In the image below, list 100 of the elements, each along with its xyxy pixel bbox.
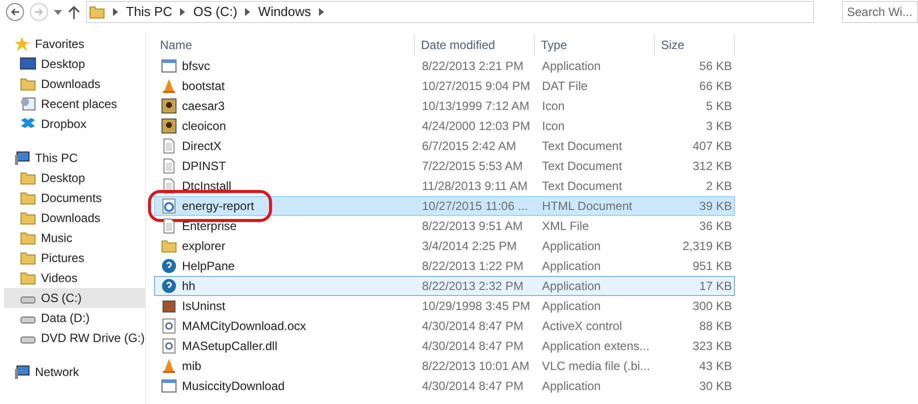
column-header[interactable]: Date modified xyxy=(415,34,535,56)
traffic-cone-icon xyxy=(161,78,177,94)
size-cell-text: 3 KB xyxy=(704,118,732,135)
file-name: explorer xyxy=(182,238,226,255)
date-cell-text: 10/29/1998 3:45 PM xyxy=(421,298,532,315)
star-icon xyxy=(14,36,30,52)
date-cell-text: 8/22/2013 9:51 AM xyxy=(421,218,524,235)
sidebar-item[interactable]: Music xyxy=(4,228,145,248)
type-cell-text: DAT File xyxy=(541,78,589,95)
size-cell-text: 39 KB xyxy=(698,198,732,215)
address-bar[interactable]: This PC OS (C:) Windows xyxy=(86,1,814,23)
file-row[interactable]: bfsvc 8/22/2013 2:21 PM Application 56 KB xyxy=(154,56,735,76)
type-cell-text: Application xyxy=(541,258,602,275)
sidebar-item[interactable]: Downloads xyxy=(4,208,145,228)
sidebar-item[interactable]: Videos xyxy=(4,268,145,288)
date-cell-text: 4/24/2000 12:03 PM xyxy=(421,118,532,135)
type-cell-text: Text Document xyxy=(541,158,624,175)
picture-icon xyxy=(161,118,177,134)
file-row[interactable]: DPINST 7/22/2015 5:53 AM Text Document 312 KB xyxy=(154,156,735,176)
date-cell-text: 10/13/1999 7:12 AM xyxy=(421,98,530,115)
sidebar-item[interactable]: Documents xyxy=(4,188,145,208)
breadcrumb-link[interactable]: OS (C:) xyxy=(193,2,238,22)
sidebar-item[interactable]: Dropbox xyxy=(4,114,145,134)
sidebar-item[interactable]: DVD RW Drive (G:) xyxy=(4,328,145,348)
folder-icon xyxy=(20,190,36,206)
date-cell-text: 7/22/2015 5:53 AM xyxy=(421,158,524,175)
sidebar-item[interactable]: Data (D:) xyxy=(4,308,145,328)
file-row[interactable]: MASetupCaller.dll 4/30/2014 8:47 PM Application extens... 323 KB xyxy=(154,336,735,356)
file-row[interactable]: DirectX 6/7/2015 2:42 AM Text Document 407 KB xyxy=(154,136,735,156)
file-row[interactable]: DtcInstall 11/28/2013 9:11 AM Text Document 2 KB xyxy=(154,176,735,196)
file-name: HelpPane xyxy=(182,258,235,275)
type-cell-text: XML File xyxy=(541,218,590,235)
computer-icon xyxy=(14,150,30,166)
size-cell-text: 17 KB xyxy=(698,278,732,295)
sidebar-item[interactable]: OS (C:) xyxy=(4,288,145,308)
file-row[interactable]: Enterprise 8/22/2013 9:51 AM XML File 36 KB xyxy=(154,216,735,236)
folder-icon xyxy=(20,76,36,92)
file-row[interactable]: cleoicon 4/24/2000 12:03 PM Icon 3 KB xyxy=(154,116,735,136)
file-name: DPINST xyxy=(182,158,226,175)
file-row[interactable]: HelpPane 8/22/2013 1:22 PM Application 951 KB xyxy=(154,256,735,276)
breadcrumb-link[interactable]: Windows xyxy=(258,2,312,22)
sidebar-item[interactable]: Desktop xyxy=(4,54,145,74)
file-row[interactable]: bootstat 10/27/2015 9:04 PM DAT File 66 KB xyxy=(154,76,735,96)
file-row[interactable]: IsUninst 10/29/1998 3:45 PM Application 300 KB xyxy=(154,296,735,316)
type-cell-text: Application xyxy=(541,278,602,295)
file-row[interactable]: mib 8/22/2013 10:01 AM VLC media file (.bi... 43 KB xyxy=(154,356,735,376)
size-cell-text: 407 KB xyxy=(692,138,732,155)
date-cell-text: 8/22/2013 2:32 PM xyxy=(421,278,524,295)
monitor-icon xyxy=(20,57,36,71)
window-icon xyxy=(161,378,177,394)
file-name: MusiccityDownload xyxy=(182,378,285,395)
size-cell-text: 88 KB xyxy=(698,318,732,335)
back-button[interactable] xyxy=(6,3,24,21)
column-header[interactable]: Type xyxy=(535,34,655,56)
sidebar-item[interactable]: Recent places xyxy=(4,94,145,114)
size-cell-text: 36 KB xyxy=(698,218,732,235)
document-icon xyxy=(161,138,177,154)
folder-icon xyxy=(20,250,36,266)
size-cell-text: 300 KB xyxy=(692,298,732,315)
folder-icon xyxy=(20,270,36,286)
column-header[interactable]: Name xyxy=(154,34,415,56)
sidebar-group-header[interactable]: Favorites xyxy=(4,34,145,54)
size-cell-text: 5 KB xyxy=(704,98,732,115)
size-cell-text: 2 KB xyxy=(704,178,732,195)
column-header[interactable]: Size xyxy=(655,34,735,56)
date-cell-text: 6/7/2015 2:42 AM xyxy=(421,138,518,155)
file-row[interactable]: energy-report 10/27/2015 11:06 ... HTML Document 39 KB xyxy=(154,196,735,216)
right-arrow-icon xyxy=(34,7,44,17)
search-field[interactable]: Search Wi... xyxy=(842,1,918,23)
breadcrumb-link[interactable]: This PC xyxy=(126,2,172,22)
document-icon xyxy=(161,218,177,234)
size-cell-text: 323 KB xyxy=(692,338,732,355)
file-row[interactable]: caesar3 10/13/1999 7:12 AM Icon 5 KB xyxy=(154,96,735,116)
chevron-icon xyxy=(245,8,250,16)
type-cell-text: Application extens... xyxy=(541,338,650,355)
type-cell-text: VLC media file (.bi... xyxy=(541,358,652,375)
file-name: energy-report xyxy=(182,198,254,215)
sidebar-group-header[interactable]: Network xyxy=(4,362,145,382)
size-cell-text: 312 KB xyxy=(692,158,732,175)
sidebar-item[interactable]: Desktop xyxy=(4,168,145,188)
sidebar-item[interactable]: Pictures xyxy=(4,248,145,268)
file-row[interactable]: hh 8/22/2013 2:32 PM Application 17 KB xyxy=(154,276,735,296)
type-cell-text: Text Document xyxy=(541,138,624,155)
date-cell-text: 8/22/2013 1:22 PM xyxy=(421,258,524,275)
size-cell-text: 951 KB xyxy=(692,258,732,275)
type-cell-text: Text Document xyxy=(541,178,624,195)
file-name: caesar3 xyxy=(182,98,225,115)
file-row[interactable]: explorer 3/4/2014 2:25 PM Application 2,319 KB xyxy=(154,236,735,256)
help-icon xyxy=(161,278,177,294)
window-icon xyxy=(161,58,177,74)
date-cell-text: 4/30/2014 8:47 PM xyxy=(421,378,524,395)
sidebar-item[interactable]: Downloads xyxy=(4,74,145,94)
file-name: Enterprise xyxy=(182,218,237,235)
dropdown-caret-icon[interactable] xyxy=(54,10,62,14)
type-cell-text: Application xyxy=(541,378,602,395)
file-row[interactable]: MAMCityDownload.ocx 4/30/2014 8:47 PM ActiveX control 88 KB xyxy=(154,316,735,336)
sidebar-group-header[interactable]: This PC xyxy=(4,148,145,168)
file-row[interactable]: MusiccityDownload 4/30/2014 8:47 PM Application 30 KB xyxy=(154,376,735,396)
up-arrow-icon[interactable] xyxy=(68,5,80,19)
size-cell-text: 56 KB xyxy=(698,58,732,75)
